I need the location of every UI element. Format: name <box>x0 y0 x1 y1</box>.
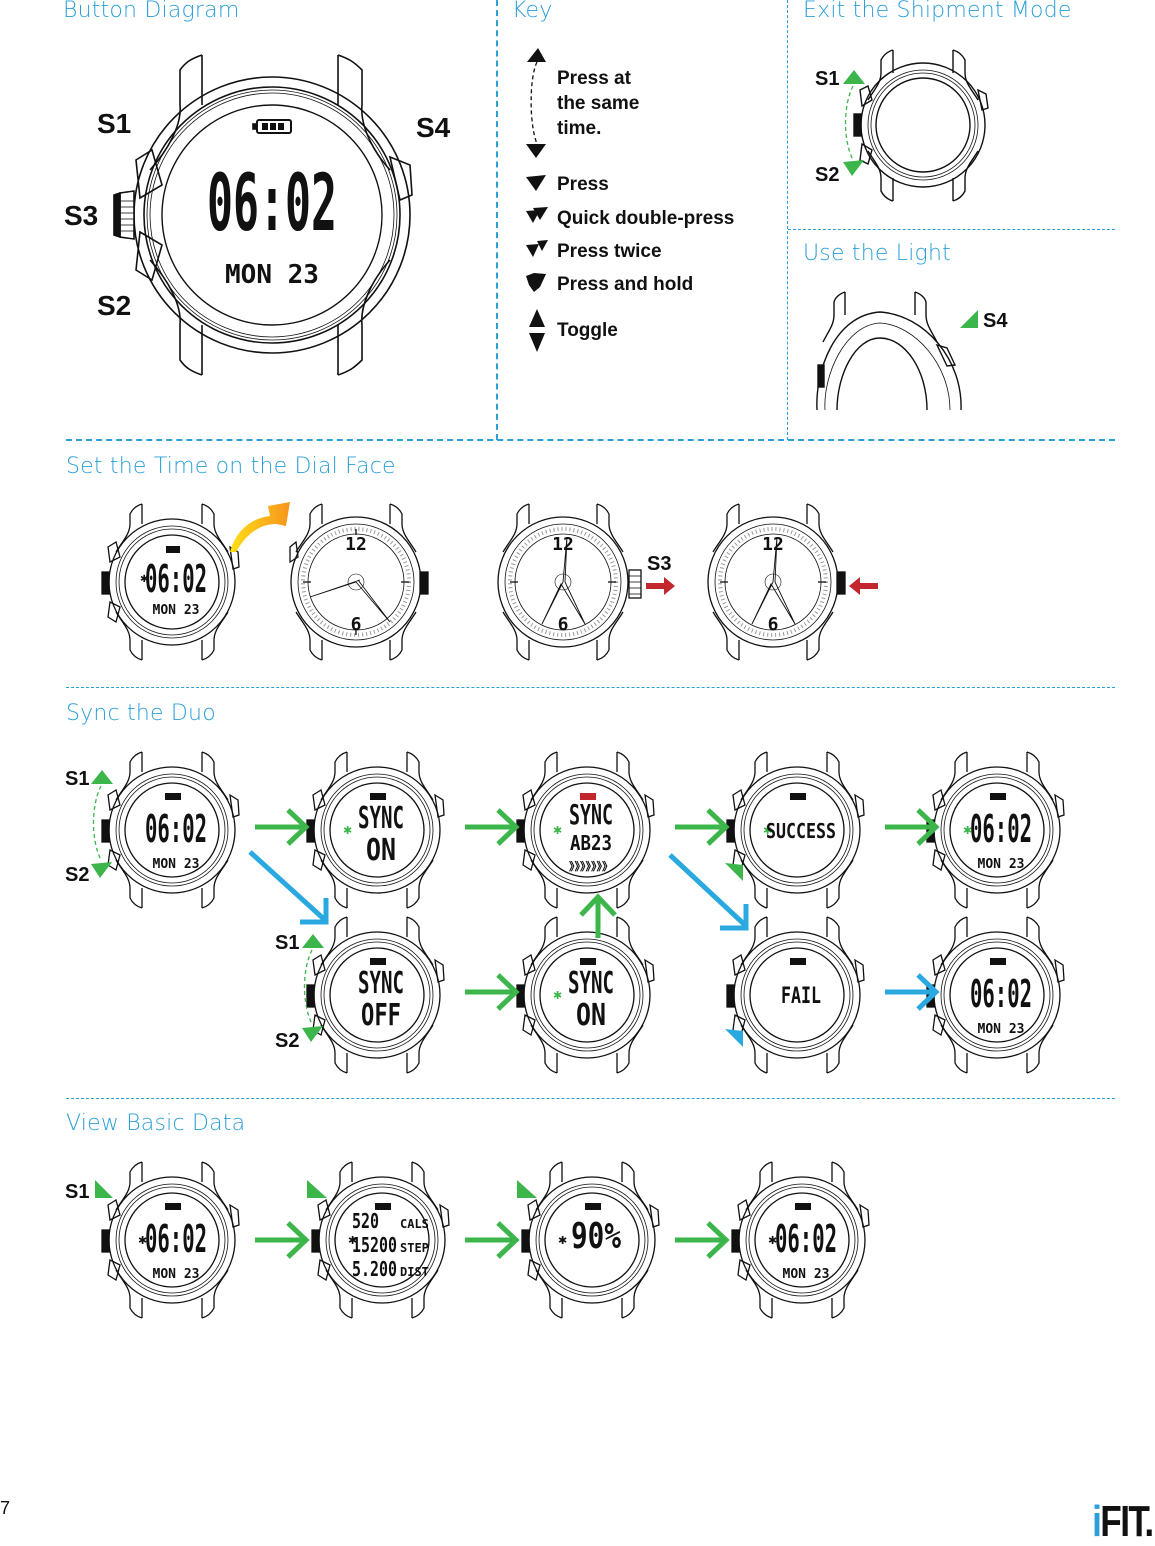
watch-data-time: ✱ 06:02 MON 23 <box>100 1160 245 1320</box>
label-s1: S1 <box>65 1181 90 1203</box>
arrow-blue-diag <box>248 850 329 925</box>
press-icon-green <box>305 1180 327 1205</box>
arrow-green <box>465 1221 520 1259</box>
stat-label: STEP <box>400 1241 429 1255</box>
display-text: 06:02 <box>145 1217 207 1261</box>
display-text: MON 23 <box>783 1267 830 1282</box>
battery-icon <box>165 1203 181 1210</box>
display-text: 06:02 <box>775 1217 837 1261</box>
arrow-green <box>675 808 730 846</box>
arrow-blue-diag <box>668 853 749 931</box>
arrow-green <box>885 808 940 846</box>
stat-value: 5.200 <box>352 1257 397 1281</box>
arrow-green <box>255 1221 310 1259</box>
stat-value: 15200 <box>352 1233 397 1257</box>
press-icon-green <box>515 1180 537 1205</box>
stat-label: CALS <box>400 1217 429 1231</box>
page-number: 7 <box>0 1498 11 1518</box>
arrow-green-up <box>579 893 617 938</box>
stat-label: DIST <box>400 1265 429 1279</box>
stat-value: 520 <box>352 1209 379 1233</box>
watch-data-stats: ✱ 520 CALS 15200 STEP 5.200 DIST <box>310 1160 455 1320</box>
arrow-green <box>255 808 310 846</box>
display-text: MON 23 <box>153 1267 200 1282</box>
press-icon-green <box>93 1180 115 1205</box>
watch-data-battery: ✱ 90% <box>520 1160 665 1320</box>
battery-icon <box>585 1203 601 1210</box>
ifit-logo: iFIT. <box>1092 1497 1155 1546</box>
bluetooth-icon: ✱ <box>558 1235 567 1247</box>
watch-data-time-2: ✱ 06:02 MON 23 <box>730 1160 875 1320</box>
battery-icon <box>795 1203 811 1210</box>
arrow-green <box>465 973 520 1011</box>
display-text: 90% <box>571 1216 621 1257</box>
arrow-blue <box>885 973 940 1011</box>
arrow-green <box>465 808 520 846</box>
arrow-green <box>675 1221 730 1259</box>
